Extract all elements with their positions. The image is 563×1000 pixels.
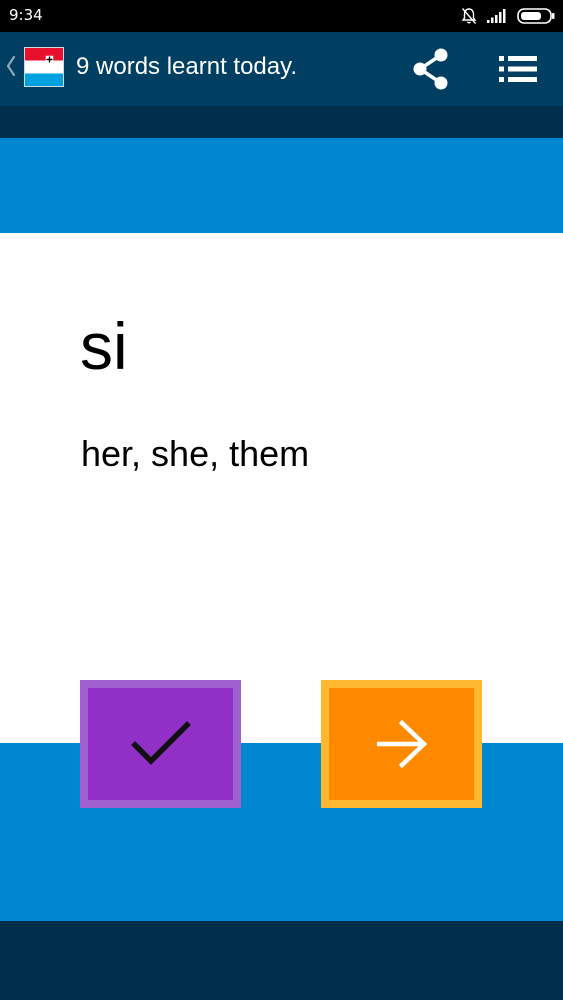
status-time: 9:34 — [9, 6, 43, 24]
list-icon — [499, 56, 537, 82]
share-icon — [413, 48, 448, 90]
page-title: 9 words learnt today. — [76, 53, 298, 80]
notifications-off-icon — [461, 8, 477, 24]
blue-band-top — [0, 138, 563, 233]
luxembourg-flag-icon[interactable] — [24, 47, 64, 91]
word-card: si her, she, them — [0, 233, 563, 743]
list-button[interactable] — [496, 46, 542, 92]
know-word-button[interactable] — [80, 680, 241, 808]
word-text: si — [80, 309, 128, 383]
bottom-bar — [0, 921, 563, 1000]
battery-icon — [517, 8, 555, 24]
translation-text: her, she, them — [81, 433, 310, 474]
share-button[interactable] — [408, 46, 454, 92]
checkmark-icon — [130, 721, 191, 765]
chevron-left-icon[interactable] — [4, 54, 18, 82]
sub-bar — [0, 106, 563, 138]
next-word-button[interactable] — [321, 680, 482, 808]
app-bar: 9 words learnt today. — [0, 32, 563, 106]
status-bar: 9:34 — [0, 0, 563, 32]
status-icons — [461, 7, 555, 25]
signal-icon — [487, 9, 506, 23]
arrow-right-icon — [376, 720, 427, 768]
